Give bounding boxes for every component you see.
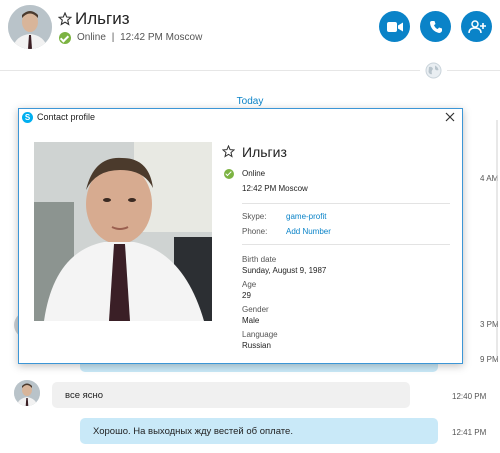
video-call-icon <box>386 21 403 32</box>
message-time: 12:41 PM <box>452 428 487 437</box>
age-value: 29 <box>242 291 251 300</box>
status-text: Online <box>77 32 106 43</box>
skype-window: Ильгиз Online | 12:42 PM Moscow Today 4 … <box>0 0 500 453</box>
divider <box>0 70 420 71</box>
gender-label: Gender <box>242 305 269 314</box>
dialog-title: Contact profile <box>37 112 96 122</box>
divider <box>447 70 500 71</box>
close-icon[interactable] <box>444 111 456 123</box>
avatar[interactable] <box>8 5 52 49</box>
favorite-star-icon[interactable] <box>58 12 72 26</box>
globe-icon[interactable] <box>425 62 442 79</box>
favorite-star-icon[interactable] <box>222 145 235 158</box>
profile-local-time: 12:42 PM Moscow <box>242 184 308 193</box>
video-call-button[interactable] <box>379 11 410 42</box>
audio-call-button[interactable] <box>420 11 451 42</box>
online-status-icon <box>224 169 234 179</box>
status-line: Online | 12:42 PM Moscow <box>77 32 202 43</box>
divider <box>242 244 450 245</box>
local-time: 12:42 PM Moscow <box>120 32 203 43</box>
skype-name-link[interactable]: game-profit <box>286 212 326 221</box>
divider <box>242 203 450 204</box>
phone-icon <box>429 20 442 33</box>
add-people-button[interactable] <box>461 11 492 42</box>
contact-name: Ильгиз <box>75 9 130 28</box>
language-value: Russian <box>242 341 271 350</box>
profile-photo <box>34 142 212 321</box>
age-label: Age <box>242 280 257 289</box>
contact-profile-dialog: S Contact profile Ильгиз Online 12:42 PM… <box>18 108 463 364</box>
profile-status: Online <box>242 169 266 178</box>
conversation-header: Ильгиз Online | 12:42 PM Moscow <box>0 0 500 56</box>
phone-label: Phone: <box>242 227 268 236</box>
birth-date-label: Birth date <box>242 255 277 264</box>
message-bubble-outgoing[interactable]: Хорошо. На выходных жду вестей об оплате… <box>80 418 438 444</box>
language-label: Language <box>242 330 278 339</box>
message-time: 12:40 PM <box>452 392 487 401</box>
scrollbar[interactable] <box>494 120 500 360</box>
day-separator: Today <box>236 96 264 107</box>
status-separator: | <box>111 32 115 43</box>
profile-name: Ильгиз <box>242 144 287 160</box>
message-bubble-incoming[interactable]: все ясно <box>52 382 410 408</box>
avatar[interactable] <box>14 380 40 406</box>
add-person-icon <box>467 19 486 33</box>
skype-label: Skype: <box>242 212 267 221</box>
online-status-icon <box>59 32 71 44</box>
birth-date-value: Sunday, August 9, 1987 <box>242 266 327 275</box>
gender-value: Male <box>242 316 260 325</box>
add-number-link[interactable]: Add Number <box>286 227 331 236</box>
